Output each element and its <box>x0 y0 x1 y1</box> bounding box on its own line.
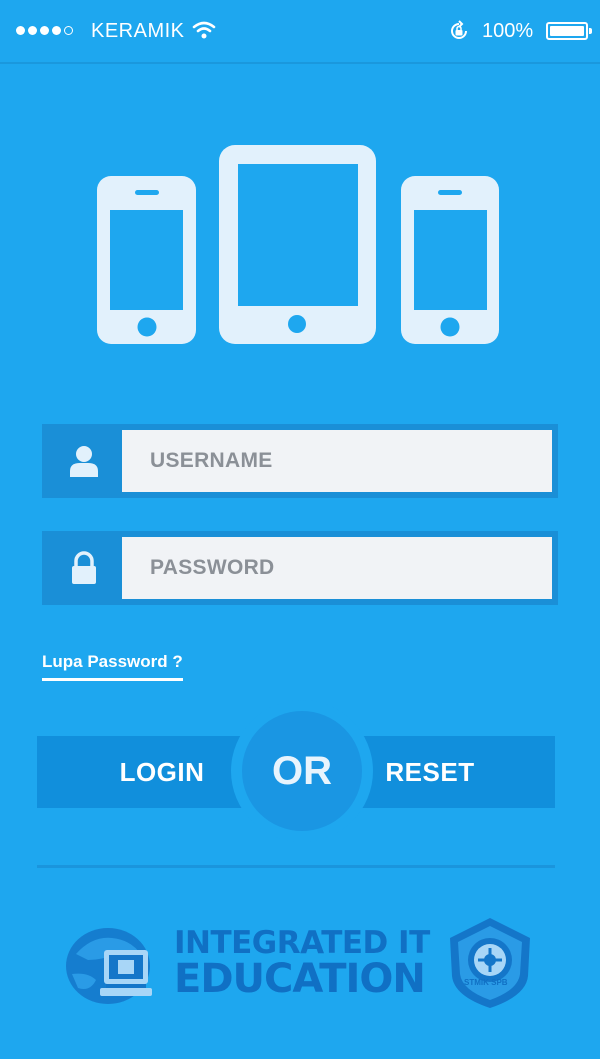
password-field <box>42 531 558 605</box>
wifi-icon <box>192 21 216 39</box>
crest-caption: STMIK SPB <box>464 978 508 987</box>
phone-icon <box>97 176 196 344</box>
status-bar: KERAMIK 100% <box>0 0 600 64</box>
password-input[interactable] <box>122 537 552 599</box>
phone-icon <box>401 176 499 344</box>
divider <box>37 865 555 868</box>
or-separator: OR <box>231 700 373 842</box>
carrier-name: KERAMIK <box>91 20 185 42</box>
signal-dots-icon <box>16 26 73 35</box>
user-icon <box>48 430 120 492</box>
username-input[interactable] <box>122 430 552 492</box>
rotation-lock-icon <box>451 20 467 39</box>
school-crest-icon <box>450 918 530 1008</box>
forgot-password-link[interactable]: Lupa Password ? <box>42 652 183 681</box>
brand-title: INTEGRATED IT EDUCATION <box>174 925 430 1002</box>
battery-icon <box>546 22 592 40</box>
or-label: OR <box>242 711 362 831</box>
brand-line-1: INTEGRATED IT <box>174 925 430 961</box>
brand-line-2: EDUCATION <box>174 956 426 1002</box>
username-field <box>42 424 558 498</box>
globe-computer-icon <box>66 928 152 1004</box>
tablet-icon <box>219 145 376 344</box>
action-buttons: LOGIN OR RESET <box>37 700 555 842</box>
battery-percent: 100% <box>482 20 534 42</box>
footer-branding: INTEGRATED IT EDUCATION STMIK SPB <box>62 912 542 1012</box>
lock-icon <box>48 537 120 599</box>
devices-illustration <box>97 145 499 344</box>
